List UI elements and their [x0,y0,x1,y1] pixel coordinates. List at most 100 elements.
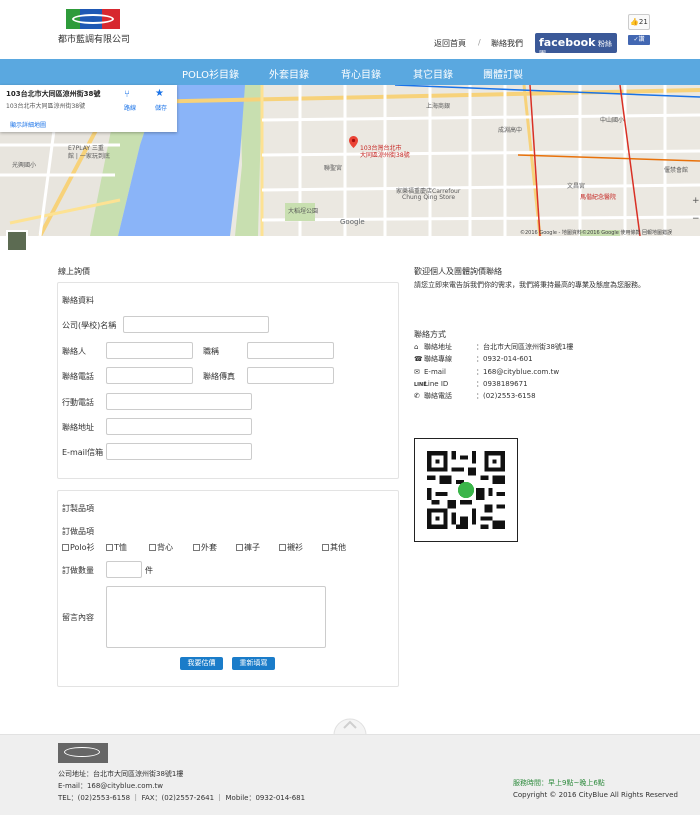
company-input[interactable] [123,316,269,333]
online-quote-title: 線上詢價 [58,267,90,276]
facebook-word: facebook [539,36,596,49]
save-label[interactable]: 儲存 [155,103,167,112]
footer-hours: 服務時間：早上9點~晚上6點 [513,779,605,787]
contact-row-hotline: ☎聯絡專線 ：0932-014-601 [414,355,533,363]
contact-method-title: 聯絡方式 [414,330,446,339]
phone-icon: ☎ [414,355,423,363]
map-label-dalongdong: 大稻埕公園 [288,208,319,215]
fb-like-count[interactable]: 👍21 [628,14,650,30]
quantity-label: 訂做數量 [62,566,94,575]
directions-icon[interactable]: ⑂ [124,89,130,100]
phone-input[interactable] [106,367,193,384]
map-label-maxie: 馬偕紀念醫院 [580,194,617,201]
welcome-description: 請您立即來電告訴我們你的需求，我們將秉持最高的專業及態度為您服務。 [414,281,645,289]
quantity-input[interactable] [106,561,142,578]
google-logo: Google [340,218,365,226]
nav-separator: / [478,38,481,47]
footer-phones: TEL：(02)2553-6158 ｜ FAX：(02)2557-2641 ｜ … [58,794,306,802]
map-info-card: 103台北市大同區涼州街38號 103台北市大同區涼州街38號 顯示詳細地圖 [0,85,177,132]
map-label-mengjia: 中山國小 [600,117,625,124]
address-input[interactable] [106,418,252,435]
map-pin-icon[interactable] [349,136,358,148]
contact-row-tel: ✆ 聯絡電話 ：(02)2553-6158 [414,392,536,400]
line-icon: LINE [414,382,427,388]
checkbox-pants[interactable]: 褲子 [236,542,260,553]
company-label: 公司(學校)名稱 [62,321,117,330]
mobile-input[interactable] [106,393,252,410]
nav-polo[interactable]: POLO衫目錄 [182,66,239,81]
map-label-guangxing: 光興國小 [12,162,37,169]
contact-person-input[interactable] [106,342,193,359]
logo[interactable] [66,9,120,29]
footer-address: 公司地址：台北市大同區涼州街38號1樓 [58,770,184,778]
address-label: 聯絡地址 [62,423,94,432]
map-label-carrefour-en: Chung Qing Store [402,194,456,201]
pin-label-line2: 大同區涼州街38號 [360,152,410,159]
section-items-title: 訂製品項 [62,504,94,513]
nav-group-order[interactable]: 團體訂製 [483,66,523,81]
reset-form-button[interactable]: 重新填寫 [232,657,275,670]
facebook-fanpage-button[interactable]: facebook 粉絲團 [535,33,617,58]
map-card-sub: 103台北市大同區涼州街38號 [6,103,86,110]
footer-email: E-mail：168@cityblue.com.tw [58,782,163,790]
satellite-toggle[interactable] [6,230,28,252]
home-link[interactable]: 返回首頁 [434,38,466,49]
checkbox-shirt[interactable]: 襯衫 [279,542,303,553]
line-qr-code [414,438,518,542]
checkbox-vest[interactable]: 背心 [149,542,173,553]
zoom-in-button[interactable]: + [692,196,700,206]
nav-jacket[interactable]: 外套目錄 [269,66,309,81]
map-label-xibi: 偃禁會館 [664,167,689,174]
contact-row-email: ✉ E-mail ：168@cityblue.com.tw [414,368,560,376]
main-nav: POLO衫目錄 外套目錄 背心目錄 其它目錄 團體訂製 [0,59,700,85]
checkbox-other[interactable]: 其他 [322,542,346,553]
footer-copyright: Copyright © 2016 CityBlue All Rights Res… [513,791,678,799]
quantity-unit: 件 [145,566,153,575]
contact-row-address: ⌂ 聯絡地址 ：台北市大同區涼州街38號1樓 [414,343,574,351]
thumbs-up-icon: 👍 [630,18,639,26]
directions-label[interactable]: 路線 [124,103,136,112]
map-pin-label: 103台灣台北市 大同區涼州街38號 [360,145,410,159]
fax-label: 聯絡傳真 [203,372,235,381]
qr-code-icon [427,451,505,529]
contact-person-label: 聯絡人 [62,347,86,356]
footer-logo [58,743,108,763]
items-label: 訂做品項 [62,527,94,536]
job-title-input[interactable] [247,342,334,359]
checkbox-jacket[interactable]: 外套 [193,542,217,553]
pin-label-line1: 103台灣台北市 [360,145,402,152]
nav-other[interactable]: 其它目錄 [413,66,453,81]
welcome-heading: 歡迎個人及團體詢價聯絡 [414,267,502,276]
map-label-chengyuan: 成淵高中 [498,127,523,134]
map-label-wenchang: 文昌宮 [567,183,586,190]
checkbox-polo[interactable]: Polo衫 [62,542,95,553]
like-count: 21 [638,18,648,26]
checkbox-tshirt[interactable]: T恤 [106,542,127,553]
zoom-out-button[interactable]: − [692,214,700,224]
company-name: 都市藍調有限公司 [58,35,131,45]
map-label-shanghai: 上海商銀 [426,103,451,110]
map-copyright: ©2016 Google - 地圖資料©2016 Google 使用條款 回報地… [520,230,673,236]
job-title-label: 職稱 [203,347,219,356]
contact-link[interactable]: 聯絡我們 [491,38,523,49]
phone-label: 聯絡電話 [62,372,94,381]
submit-quote-button[interactable]: 我要估價 [180,657,223,670]
fax-input[interactable] [247,367,334,384]
message-label: 留言內容 [62,613,94,622]
contact-row-line: LINELine ID ：0938189671 [414,380,528,388]
map-card-address: 103台北市大同區涼州街38號 [6,90,101,98]
fb-like-button[interactable]: ✓讚 [628,35,650,45]
map-details-link[interactable]: 顯示詳細地圖 [10,120,46,129]
email-label: E-mail信箱 [62,448,104,457]
mail-icon: ✉ [414,368,420,376]
email-input[interactable] [106,443,252,460]
map-label-liansheng: 聯聖宮 [324,165,343,172]
mobile-label: 行動電話 [62,398,94,407]
nav-vest[interactable]: 背心目錄 [341,66,381,81]
message-textarea[interactable] [106,586,326,648]
scroll-to-top-icon[interactable] [330,711,370,735]
star-icon[interactable]: ★ [155,88,164,99]
map-label-e7play-sub: 館 | 一家玩到底 [68,153,110,160]
home-icon: ⌂ [414,343,419,351]
phone-call-icon: ✆ [414,392,420,400]
